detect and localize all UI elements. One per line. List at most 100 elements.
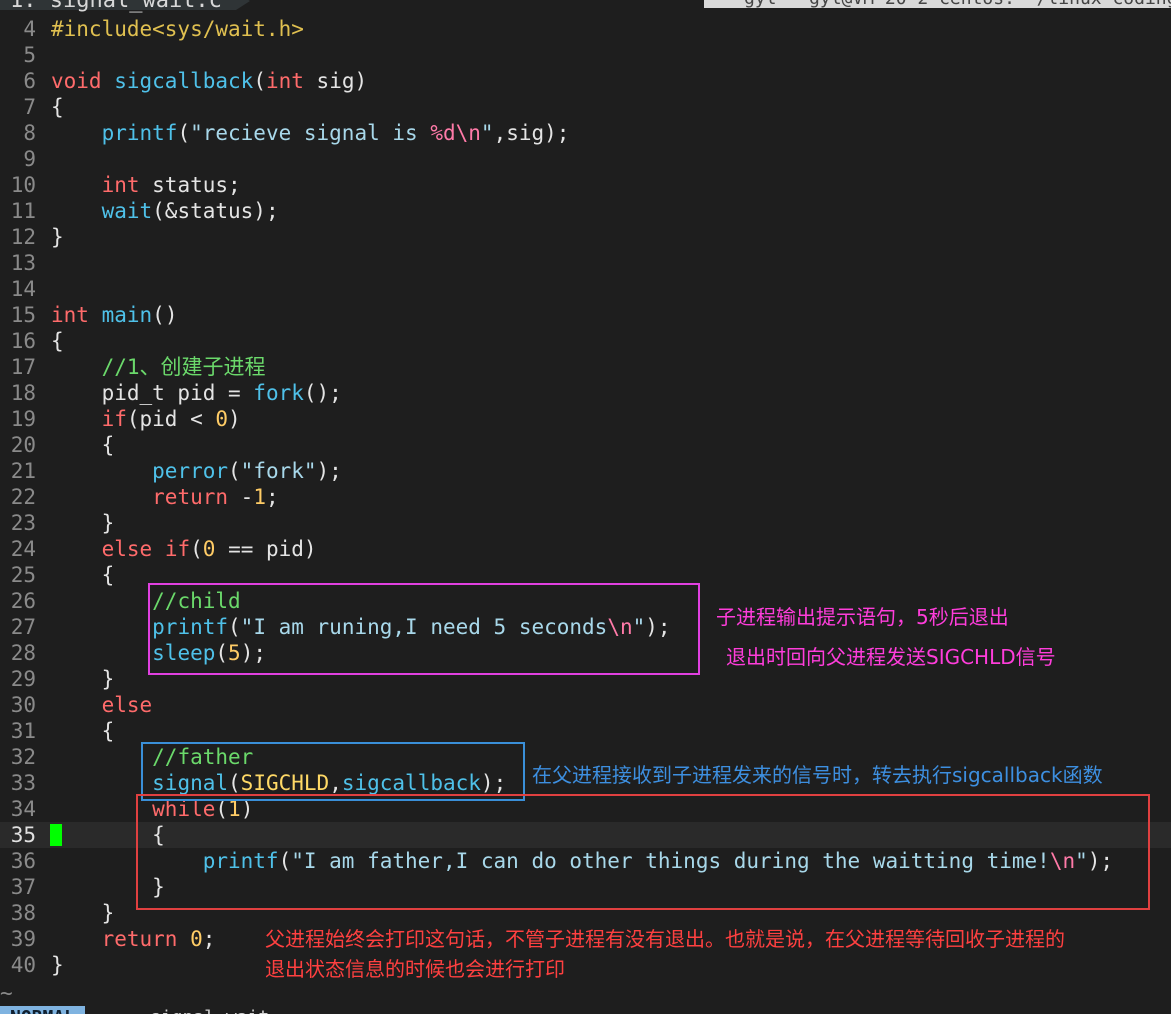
line-number: 16 [10,329,36,353]
line-number: 32 [10,745,36,769]
code-line[interactable]: 13 [0,250,1171,276]
code-text: { [51,719,115,743]
code-text: wait(&status); [101,199,279,223]
line-number: 23 [10,511,36,535]
line-number: 40 [10,953,36,977]
code-text: perror("fork"); [152,459,342,483]
code-line[interactable]: 30 else [0,692,1171,718]
code-line[interactable]: 14 [0,276,1171,302]
code-line[interactable]: 15 int main() [0,302,1171,328]
line-number: 11 [10,199,36,223]
code-text: } [51,667,115,691]
code-line[interactable]: 16 { [0,328,1171,354]
code-line[interactable]: 9 [0,146,1171,172]
line-number: 26 [10,589,36,613]
code-text: { [51,95,64,119]
code-line[interactable]: 11 wait(&status); [0,198,1171,224]
code-line[interactable]: 24 else if(0 == pid) [0,536,1171,562]
code-text: //1、创建子进程 [101,355,266,379]
line-number: 13 [10,251,36,275]
line-number: 24 [10,537,36,561]
father-branch-highlight-box [141,742,525,801]
child-annotation-line1: 子进程输出提示语句，5秒后退出 [716,605,1009,629]
code-text: } [51,225,64,249]
code-line[interactable]: 10 int status; [0,172,1171,198]
code-line[interactable]: 6 void sigcallback(int sig) [0,68,1171,94]
code-text: } [51,953,64,977]
line-number: 5 [23,43,36,67]
line-number: 31 [10,719,36,743]
line-number: 4 [23,17,36,41]
code-line[interactable]: 17 //1、创建子进程 [0,354,1171,380]
line-number: 14 [10,277,36,301]
code-text: #include<sys/wait.h> [51,17,304,41]
code-line[interactable]: 4 #include<sys/wait.h> [0,16,1171,42]
line-number: 15 [10,303,36,327]
loop-annotation-line1: 父进程始终会打印这句话，不管子进程有没有退出。也就是说，在父进程等待回收子进程的 [265,927,1065,951]
line-number: 6 [23,69,36,93]
code-line[interactable]: 20 { [0,432,1171,458]
line-number: 36 [10,849,36,873]
code-line[interactable]: 31 { [0,718,1171,744]
code-line[interactable]: 40} [0,952,1171,978]
line-number: 29 [10,667,36,691]
line-number: 20 [10,433,36,457]
code-line[interactable]: 7{ [0,94,1171,120]
line-number: 12 [10,225,36,249]
child-annotation-line2: 退出时回向父进程发送SIGCHLD信号 [726,645,1056,669]
line-number: 27 [10,615,36,639]
status-filename: signal_wait [150,1006,269,1014]
code-text: return 0; [101,927,216,951]
line-number: 9 [23,147,36,171]
code-line[interactable]: 8 printf("recieve signal is %d\n",sig); [0,120,1171,146]
code-text: printf("recieve signal is %d\n",sig); [101,121,570,145]
father-annotation: 在父进程接收到子进程发来的信号时，转去执行sigcallback函数 [532,763,1103,787]
line-number: 25 [10,563,36,587]
loop-annotation-line2: 退出状态信息的时候也会进行打印 [265,957,565,981]
line-number: 28 [10,641,36,665]
mode-indicator: NORMAL [0,1006,86,1014]
code-text: } [51,901,115,925]
line-number: 37 [10,875,36,899]
code-text: int main() [51,303,178,327]
code-line[interactable]: 21 perror("fork"); [0,458,1171,484]
code-text: pid_t pid = fork(); [51,381,342,405]
line-number: 7 [23,95,36,119]
status-line: NORMAL signal_wait [0,1006,1171,1014]
code-line[interactable]: 23 } [0,510,1171,536]
code-text: { [51,329,64,353]
window-title: gyl - gyl@VM-20-2-centos: ~/linux-coding… [704,0,1171,8]
code-line[interactable]: 19 if(pid < 0) [0,406,1171,432]
tab-signal-wait[interactable]: 1: signal_wait.c [0,0,250,12]
line-number: 21 [10,459,36,483]
code-text: { [51,563,115,587]
code-line[interactable]: 5 [0,42,1171,68]
line-number: 35 [10,823,36,847]
child-branch-highlight-box [148,583,700,675]
code-line[interactable]: 18 pid_t pid = fork(); [0,380,1171,406]
code-text: void sigcallback(int sig) [51,69,368,93]
code-text: else if(0 == pid) [101,537,317,561]
line-number: 10 [10,173,36,197]
code-text: { [51,433,115,457]
empty-buffer-tilde: ~ [0,981,13,1005]
code-text: if(pid < 0) [101,407,241,431]
line-number: 39 [10,927,36,951]
code-text: else [101,693,153,717]
line-number: 30 [10,693,36,717]
line-number: 34 [10,797,36,821]
line-number: 17 [10,355,36,379]
line-number: 38 [10,901,36,925]
line-number: 22 [10,485,36,509]
top-bar: 1: signal_wait.c gyl - gyl@VM-20-2-cento… [0,0,1171,12]
line-number: 8 [23,121,36,145]
code-text: int status; [101,173,241,197]
code-line[interactable]: 22 return -1; [0,484,1171,510]
line-number: 33 [10,771,36,795]
line-number: 19 [10,407,36,431]
code-text: return -1; [152,485,279,509]
while-loop-highlight-box [136,794,1150,910]
line-number: 18 [10,381,36,405]
code-text: } [51,511,115,535]
code-line[interactable]: 12} [0,224,1171,250]
